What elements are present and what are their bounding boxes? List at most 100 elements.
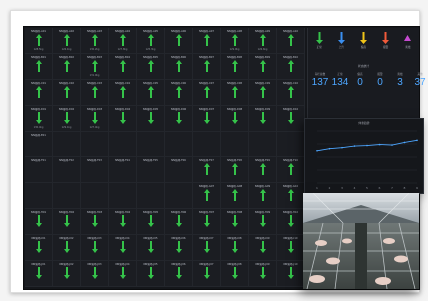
pen-cell[interactable]: [165, 131, 193, 158]
pen-cell[interactable]: [109, 183, 137, 210]
pen-cell[interactable]: NN猪场-B01: [25, 53, 53, 80]
pen-cell[interactable]: NN猪场-I10: [277, 235, 305, 262]
pen-cell[interactable]: NN猪场-F07: [193, 157, 221, 184]
pen-cell[interactable]: NN猪场-C07: [193, 79, 221, 106]
pen-cell[interactable]: NN猪场-B08: [221, 53, 249, 80]
pen-cell[interactable]: NN猪场-C04: [109, 79, 137, 106]
pen-cell[interactable]: NN猪场-G08: [221, 183, 249, 210]
pen-cell[interactable]: [53, 131, 81, 158]
pen-cell[interactable]: NN猪场-C09: [249, 79, 277, 106]
pen-cell[interactable]: NN猪场-D01 130.4kg: [25, 105, 53, 132]
pen-cell[interactable]: NN猪场-F03: [81, 157, 109, 184]
pen-cell[interactable]: [165, 183, 193, 210]
pen-cell[interactable]: NN猪场-H08: [221, 209, 249, 236]
pen-cell[interactable]: NN猪场-H03: [81, 209, 109, 236]
pen-cell[interactable]: NN猪场-F02: [53, 157, 81, 184]
pen-cell[interactable]: NN猪场-B03 131.0kg: [81, 53, 109, 80]
pen-cell[interactable]: NN猪场-D02 129.1kg: [53, 105, 81, 132]
pen-cell[interactable]: NN猪场-A09 126.6kg: [249, 28, 277, 54]
pen-cell[interactable]: NN猪场-F06: [165, 157, 193, 184]
pen-cell[interactable]: NN猪场-C06: [165, 79, 193, 106]
pen-cell[interactable]: NN猪场-A05 125.3kg: [137, 28, 165, 54]
pen-cell[interactable]: NN猪场-D10: [277, 105, 305, 132]
pen-cell[interactable]: NN猪场-J10: [277, 261, 305, 287]
pen-cell[interactable]: NN猪场-C08: [221, 79, 249, 106]
pen-cell[interactable]: NN猪场-F04: [109, 157, 137, 184]
pen-cell[interactable]: NN猪场-A08 129.9kg: [221, 28, 249, 54]
pen-cell[interactable]: NN猪场-F01: [25, 157, 53, 184]
pen-cell[interactable]: NN猪场-H02: [53, 209, 81, 236]
pen-cell[interactable]: NN猪场-A10: [277, 28, 305, 54]
pen-cell[interactable]: NN猪场-B09: [249, 53, 277, 80]
pen-cell[interactable]: NN猪场-H07: [193, 209, 221, 236]
pen-cell[interactable]: NN猪场-C05: [137, 79, 165, 106]
pen-cell[interactable]: NN猪场-I07: [193, 235, 221, 262]
pen-cell[interactable]: NN猪场-E01: [25, 131, 53, 158]
pen-cell[interactable]: NN猪场-J04: [109, 261, 137, 287]
pen-cell[interactable]: NN猪场-F10: [277, 157, 305, 184]
pen-cell[interactable]: NN猪场-A01 128.5kg: [25, 28, 53, 54]
pen-cell[interactable]: NN猪场-I09: [249, 235, 277, 262]
pen-cell[interactable]: NN猪场-C01: [25, 79, 53, 106]
pen-cell[interactable]: NN猪场-I02: [53, 235, 81, 262]
pen-cell[interactable]: NN猪场-A02 126.1kg: [53, 28, 81, 54]
pen-cell[interactable]: NN猪场-J07: [193, 261, 221, 287]
pen-cell[interactable]: [137, 131, 165, 158]
pen-cell[interactable]: [193, 131, 221, 158]
pen-cell[interactable]: NN猪场-J01: [25, 261, 53, 287]
pen-cell[interactable]: [53, 183, 81, 210]
pen-cell[interactable]: NN猪场-A04 127.8kg: [109, 28, 137, 54]
pen-cell[interactable]: NN猪场-B07: [193, 53, 221, 80]
pen-cell[interactable]: NN猪场-G09: [249, 183, 277, 210]
pen-cell[interactable]: NN猪场-I06: [165, 235, 193, 262]
pen-cell[interactable]: NN猪场-J02: [53, 261, 81, 287]
pen-cell[interactable]: NN猪场-J05: [137, 261, 165, 287]
pen-cell[interactable]: NN猪场-B10: [277, 53, 305, 80]
pen-cell[interactable]: NN猪场-B04: [109, 53, 137, 80]
pen-cell[interactable]: NN猪场-J09: [249, 261, 277, 287]
pen-cell[interactable]: [81, 131, 109, 158]
pen-cell[interactable]: NN猪场-H06: [165, 209, 193, 236]
pen-cell[interactable]: [277, 131, 305, 158]
pen-cell[interactable]: NN猪场-G07: [193, 183, 221, 210]
pen-cell[interactable]: NN猪场-D09: [249, 105, 277, 132]
pen-cell[interactable]: NN猪场-D03 127.4kg: [81, 105, 109, 132]
pen-cell[interactable]: NN猪场-H09: [249, 209, 277, 236]
pen-cell[interactable]: NN猪场-D06: [165, 105, 193, 132]
pen-cell[interactable]: NN猪场-F08: [221, 157, 249, 184]
pen-cell[interactable]: NN猪场-I01: [25, 235, 53, 262]
pen-cell[interactable]: NN猪场-H01: [25, 209, 53, 236]
pen-cell[interactable]: NN猪场-I08: [221, 235, 249, 262]
pen-cell[interactable]: NN猪场-J06: [165, 261, 193, 287]
pen-cell[interactable]: NN猪场-G10: [277, 183, 305, 210]
pen-cell[interactable]: NN猪场-I04: [109, 235, 137, 262]
pen-cell[interactable]: [249, 131, 277, 158]
pen-cell[interactable]: NN猪场-H05: [137, 209, 165, 236]
pen-cell[interactable]: NN猪场-I05: [137, 235, 165, 262]
pen-cell[interactable]: NN猪场-C03: [81, 79, 109, 106]
pen-cell[interactable]: NN猪场-H04: [109, 209, 137, 236]
pen-cell[interactable]: NN猪场-J08: [221, 261, 249, 287]
pen-cell[interactable]: NN猪场-H10: [277, 209, 305, 236]
pen-cell[interactable]: NN猪场-D08: [221, 105, 249, 132]
pen-cell[interactable]: NN猪场-A07: [193, 28, 221, 54]
pen-cell[interactable]: [25, 183, 53, 210]
pen-cell[interactable]: NN猪场-F05: [137, 157, 165, 184]
pen-cell[interactable]: NN猪场-J03: [81, 261, 109, 287]
pen-cell[interactable]: NN猪场-B05: [137, 53, 165, 80]
pen-cell[interactable]: NN猪场-D04: [109, 105, 137, 132]
pen-cell[interactable]: NN猪场-C10: [277, 79, 305, 106]
pen-cell[interactable]: NN猪场-A06: [165, 28, 193, 54]
pen-cell[interactable]: [221, 131, 249, 158]
pen-cell[interactable]: [137, 183, 165, 210]
pen-cell[interactable]: NN猪场-F09: [249, 157, 277, 184]
pen-cell[interactable]: [81, 183, 109, 210]
pen-cell[interactable]: [109, 131, 137, 158]
pen-cell[interactable]: NN猪场-A03 130.2kg: [81, 28, 109, 54]
pen-cell[interactable]: NN猪场-B06: [165, 53, 193, 80]
pen-cell[interactable]: NN猪场-D07: [193, 105, 221, 132]
pen-cell[interactable]: NN猪场-D05: [137, 105, 165, 132]
pen-cell[interactable]: NN猪场-I03: [81, 235, 109, 262]
pen-cell[interactable]: NN猪场-C02: [53, 79, 81, 106]
pen-cell[interactable]: NN猪场-B02: [53, 53, 81, 80]
